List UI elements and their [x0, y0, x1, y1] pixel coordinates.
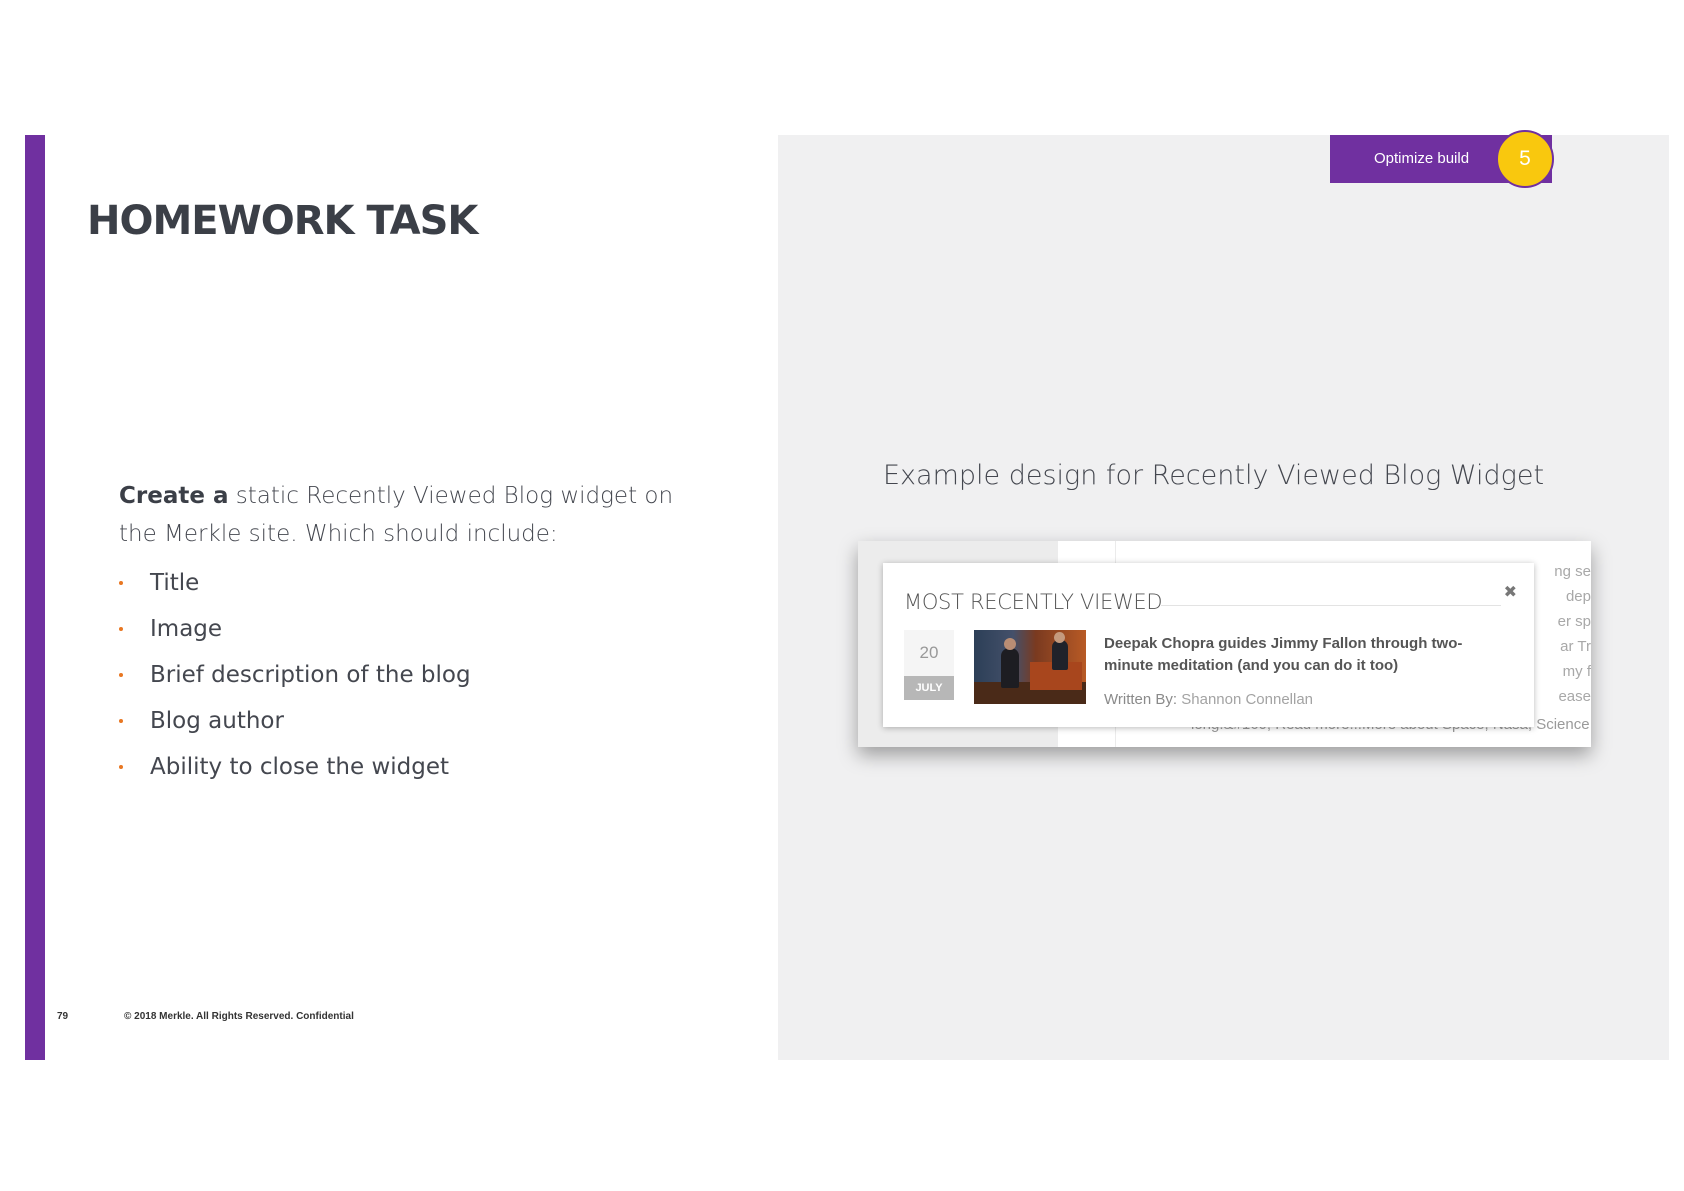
background-text: dep: [1565, 588, 1591, 605]
blog-thumbnail[interactable]: [974, 630, 1086, 704]
thumbnail-person: [1054, 632, 1065, 643]
bullet-icon: [119, 627, 123, 631]
badge-number: 5: [1496, 130, 1554, 188]
background-text: ng se: [1554, 563, 1591, 580]
background-text: ease: [1558, 688, 1591, 705]
blog-headline-link[interactable]: Deepak Chopra guides Jimmy Fallon throug…: [1104, 633, 1504, 677]
date-day: 20: [904, 630, 954, 676]
slide-title: HOMEWORK TASK: [87, 198, 478, 244]
bullet-icon: [119, 673, 123, 677]
task-description: Create a static Recently Viewed Blog wid…: [119, 477, 699, 553]
list-item-label: Brief description of the blog: [150, 662, 471, 688]
page-number: 79: [57, 1011, 69, 1022]
list-item-label: Image: [150, 616, 223, 642]
list-item: Title: [119, 560, 471, 606]
bullet-icon: [119, 719, 123, 723]
background-text: er sp: [1557, 613, 1591, 630]
date-badge: 20 JULY: [904, 630, 954, 700]
list-item-label: Blog author: [150, 708, 284, 734]
list-item: Ability to close the widget: [119, 744, 471, 790]
list-item-label: Ability to close the widget: [150, 754, 450, 780]
bullet-icon: [119, 765, 123, 769]
date-month: JULY: [904, 676, 954, 700]
thumbnail-person: [1001, 648, 1019, 688]
list-item: Image: [119, 606, 471, 652]
thumbnail-person: [1052, 640, 1068, 670]
widget-title: MOST RECENTLY VIEWED: [904, 590, 1163, 614]
thumbnail-person: [1004, 638, 1016, 650]
list-item-label: Title: [150, 570, 200, 596]
background-text: my f: [1562, 663, 1591, 680]
background-text: ar Tr: [1560, 638, 1591, 655]
badge-label: Optimize build: [1374, 150, 1470, 167]
list-item: Blog author: [119, 698, 471, 744]
bullet-icon: [119, 581, 123, 585]
copyright: © 2018 Merkle. All Rights Reserved. Conf…: [124, 1011, 354, 1022]
optimize-build-badge: Optimize build 5: [1330, 130, 1554, 188]
accent-bar: [25, 135, 45, 1060]
author-label: Written By:: [1104, 691, 1182, 708]
task-description-bold: Create a: [119, 483, 229, 509]
requirements-list: Title Image Brief description of the blo…: [119, 560, 471, 790]
example-caption: Example design for Recently Viewed Blog …: [883, 460, 1545, 491]
close-icon[interactable]: ✖: [1504, 582, 1517, 602]
widget-screenshot: ng se dep er sp ar Tr my f ease long.&#1…: [858, 541, 1591, 747]
widget-title-rule: [1161, 605, 1501, 606]
blog-author: Written By: Shannon Connellan: [1104, 691, 1313, 708]
author-name: Shannon Connellan: [1181, 691, 1314, 708]
list-item: Brief description of the blog: [119, 652, 471, 698]
recently-viewed-widget: MOST RECENTLY VIEWED ✖ 20 JULY Deepak Ch…: [883, 563, 1534, 727]
